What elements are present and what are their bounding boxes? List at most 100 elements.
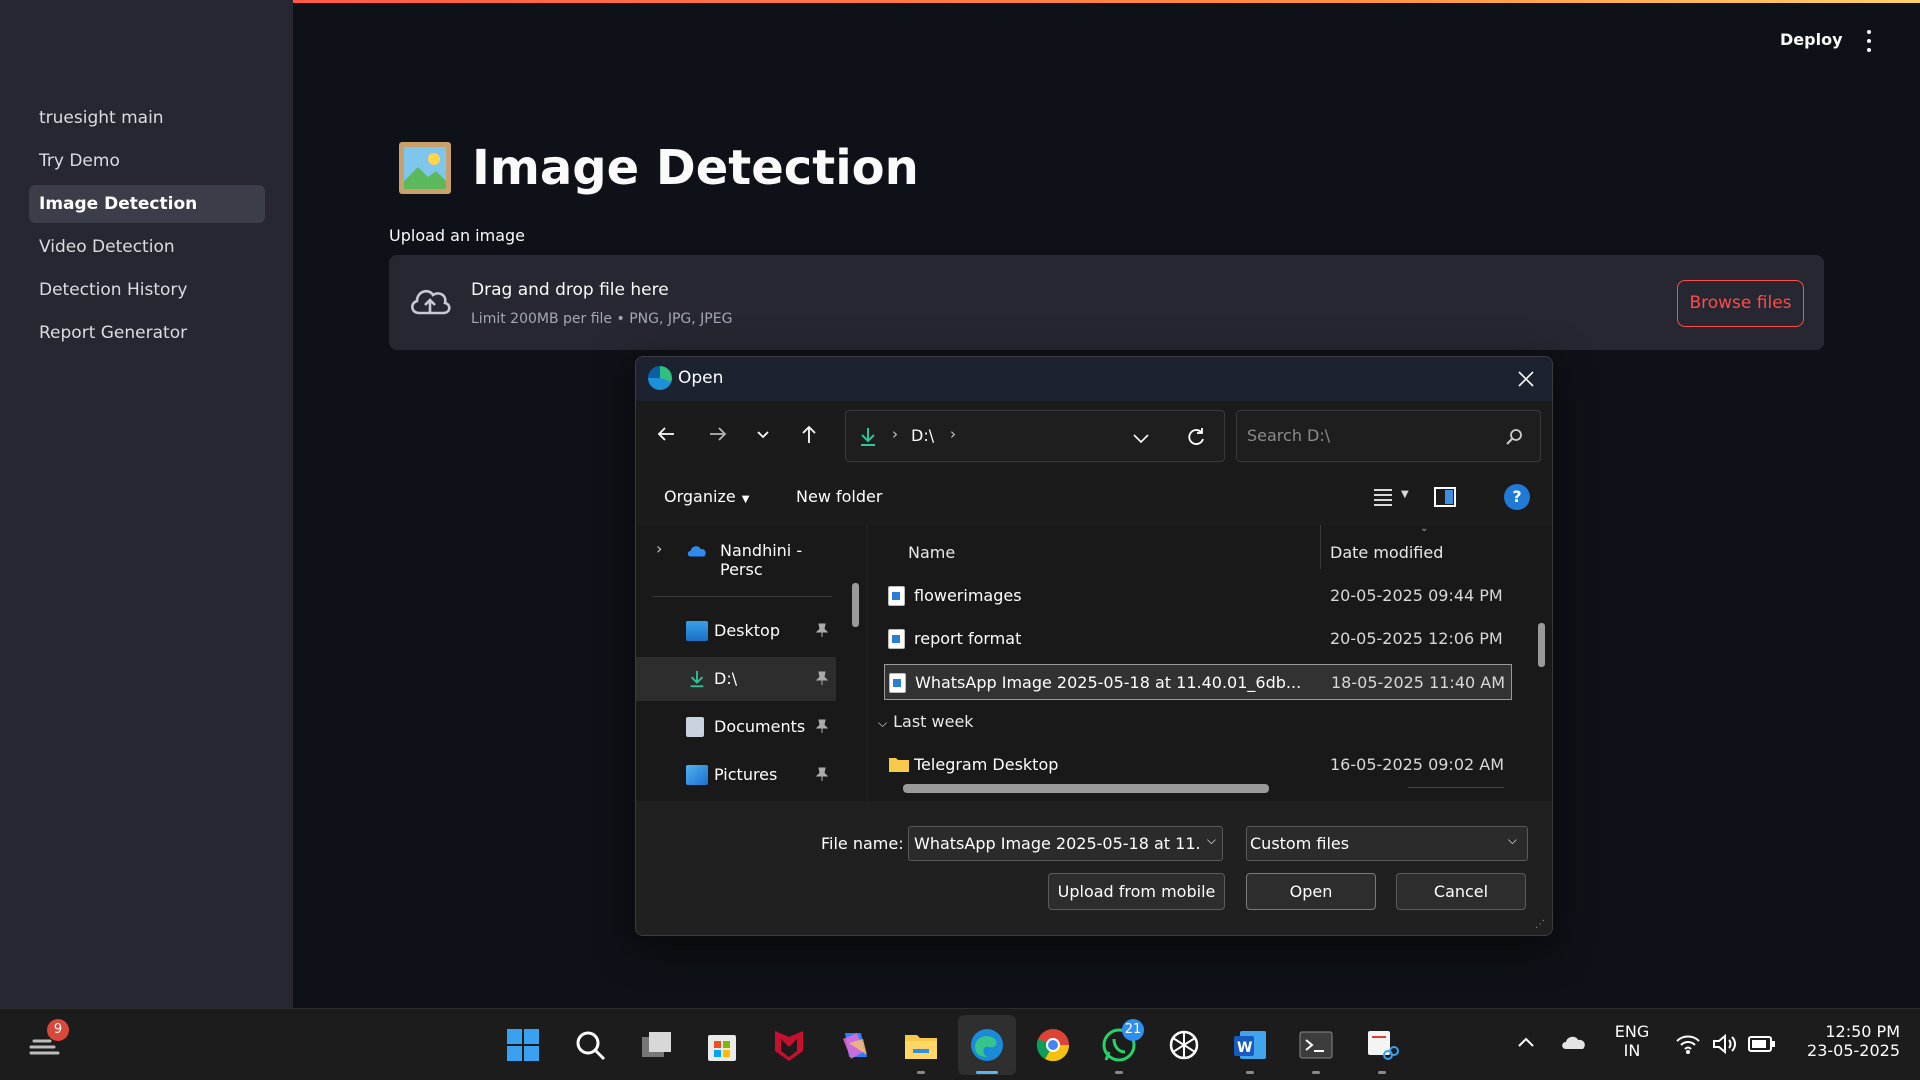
back-arrow-icon[interactable] [655, 423, 677, 445]
open-button[interactable]: Open [1246, 873, 1376, 910]
more-options-icon[interactable] [1864, 30, 1874, 52]
dialog-titlebar[interactable]: Open [636, 357, 1552, 401]
upload-from-mobile-button[interactable]: Upload from mobile [1048, 873, 1225, 910]
pin-icon[interactable] [816, 623, 828, 637]
browse-files-button[interactable]: Browse files [1677, 280, 1804, 327]
sidebar-item-truesight-main[interactable]: truesight main [29, 99, 265, 137]
preview-pane-icon[interactable] [1433, 485, 1457, 509]
file-row-selected[interactable]: WhatsApp Image 2025-05-18 at 11.40.01_6d… [884, 664, 1512, 700]
running-indicator [1115, 1071, 1123, 1074]
address-dropdown-chevron-icon[interactable] [1131, 428, 1151, 448]
nav-item-onedrive[interactable]: › Nandhini - Persc [636, 529, 846, 579]
file-name-dropdown-chevron-icon[interactable]: ⌵ [1207, 833, 1216, 848]
cancel-button[interactable]: Cancel [1396, 873, 1526, 910]
onedrive-tray-icon[interactable] [1560, 1033, 1588, 1057]
file-type-value: Custom files [1250, 834, 1350, 853]
file-row[interactable]: report format 20-05-2025 12:06 PM [884, 621, 1512, 657]
pin-icon[interactable] [816, 671, 828, 685]
nav-item-documents[interactable]: Documents [636, 705, 836, 749]
pin-icon[interactable] [816, 767, 828, 781]
dialog-navigation-row: › D:\ › Search D:\ [636, 401, 1552, 465]
recent-locations-chevron-icon[interactable] [752, 423, 774, 445]
file-list-vertical-scrollbar[interactable] [1538, 623, 1545, 667]
address-bar[interactable]: › D:\ › [845, 410, 1225, 462]
file-list-horizontal-scrollbar[interactable] [903, 784, 1269, 793]
organize-label: Organize [664, 487, 736, 506]
copilot-icon[interactable] [837, 1027, 873, 1063]
refresh-icon[interactable] [1185, 426, 1207, 448]
nav-item-desktop[interactable]: Desktop [636, 609, 836, 653]
task-view-icon[interactable] [638, 1027, 674, 1063]
desktop-icon [686, 621, 708, 641]
page-title-row: Image Detection [398, 140, 919, 196]
column-header-name[interactable]: Name [908, 543, 955, 562]
nav-item-pictures[interactable]: Pictures [636, 753, 836, 797]
file-row[interactable]: flowerimages 20-05-2025 09:44 PM [884, 578, 1512, 614]
pin-icon[interactable] [816, 719, 828, 733]
file-dropzone[interactable]: Drag and drop file here Limit 200MB per … [389, 255, 1824, 350]
file-date: 20-05-2025 09:44 PM [1330, 586, 1503, 605]
file-name-input[interactable]: WhatsApp Image 2025-05-18 at 11. ⌵ [908, 826, 1223, 861]
breadcrumb-separator-icon: › [892, 425, 898, 443]
nav-label-d-drive: D:\ [714, 669, 738, 688]
dialog-title: Open [678, 368, 724, 388]
clock[interactable]: 12:50 PM 23-05-2025 [1788, 1022, 1900, 1060]
file-type-select[interactable]: Custom files ⌵ [1246, 826, 1528, 861]
running-indicator [1312, 1071, 1320, 1074]
image-file-icon [888, 586, 905, 606]
microsoft-store-icon[interactable] [704, 1027, 740, 1063]
file-explorer-icon[interactable] [903, 1027, 939, 1063]
image-file-icon [889, 673, 906, 693]
running-indicator [1378, 1071, 1386, 1074]
group-header-last-week[interactable]: ⌵ Last week [878, 712, 974, 731]
search-icon[interactable] [572, 1027, 608, 1063]
mcafee-shield-icon[interactable] [771, 1027, 807, 1063]
file-name-value: WhatsApp Image 2025-05-18 at 11. [914, 834, 1201, 853]
dialog-footer: File name: WhatsApp Image 2025-05-18 at … [636, 801, 1552, 935]
sidebar-item-video-detection[interactable]: Video Detection [29, 228, 265, 266]
word-icon[interactable]: W [1232, 1027, 1268, 1063]
file-row[interactable]: Telegram Desktop 16-05-2025 09:02 AM [884, 747, 1512, 783]
nav-pane-scrollbar[interactable] [852, 583, 859, 627]
sidebar-item-try-demo[interactable]: Try Demo [29, 142, 265, 180]
open-file-dialog: Open › D:\ › Search D:\ Organize ▼ New f… [635, 356, 1553, 936]
edge-browser-icon[interactable] [969, 1027, 1005, 1063]
cloud-upload-icon [407, 283, 453, 319]
terminal-icon[interactable] [1298, 1027, 1334, 1063]
clock-date: 23-05-2025 [1807, 1041, 1900, 1060]
folder-icon [889, 758, 909, 772]
close-icon[interactable] [1514, 367, 1538, 391]
help-icon[interactable]: ? [1504, 484, 1530, 510]
sidebar-item-detection-history[interactable]: Detection History [29, 271, 265, 309]
organize-menu[interactable]: Organize ▼ [664, 487, 749, 506]
new-folder-button[interactable]: New folder [796, 487, 882, 506]
deploy-button[interactable]: Deploy [1780, 30, 1843, 49]
column-separator[interactable] [1320, 525, 1321, 569]
sidebar-item-report-generator[interactable]: Report Generator [29, 314, 265, 352]
language-indicator[interactable]: ENG IN [1610, 1022, 1654, 1060]
column-header-date[interactable]: Date modified [1330, 543, 1443, 562]
up-arrow-icon[interactable] [798, 423, 820, 445]
sidebar-item-image-detection[interactable]: Image Detection [29, 185, 265, 223]
wifi-icon[interactable] [1675, 1033, 1701, 1059]
file-name: WhatsApp Image 2025-05-18 at 11.40.01_6d… [915, 673, 1302, 692]
volume-icon[interactable] [1712, 1033, 1738, 1059]
forward-arrow-icon[interactable] [707, 423, 729, 445]
resize-grip-icon[interactable]: ⋰ [1535, 919, 1545, 930]
expand-chevron-icon[interactable]: › [656, 539, 662, 558]
chrome-icon[interactable] [1035, 1027, 1071, 1063]
nav-item-d-drive[interactable]: D:\ [636, 657, 836, 701]
snipping-tool-icon[interactable] [1364, 1027, 1400, 1063]
show-hidden-icons-chevron-icon[interactable] [1516, 1033, 1536, 1057]
view-options-caret-icon[interactable]: ▼ [1401, 489, 1409, 500]
image-file-icon [888, 629, 905, 649]
start-windows-icon[interactable] [505, 1027, 541, 1063]
chatgpt-icon[interactable] [1166, 1027, 1202, 1063]
view-details-icon[interactable] [1371, 485, 1395, 509]
address-path: D:\ [911, 426, 935, 445]
sidebar-nav: truesight main Try Demo Image Detection … [29, 99, 265, 357]
battery-icon[interactable] [1748, 1035, 1776, 1057]
file-name: flowerimages [914, 586, 1022, 605]
framed-picture-icon [398, 141, 452, 195]
search-box[interactable]: Search D:\ [1236, 410, 1541, 462]
